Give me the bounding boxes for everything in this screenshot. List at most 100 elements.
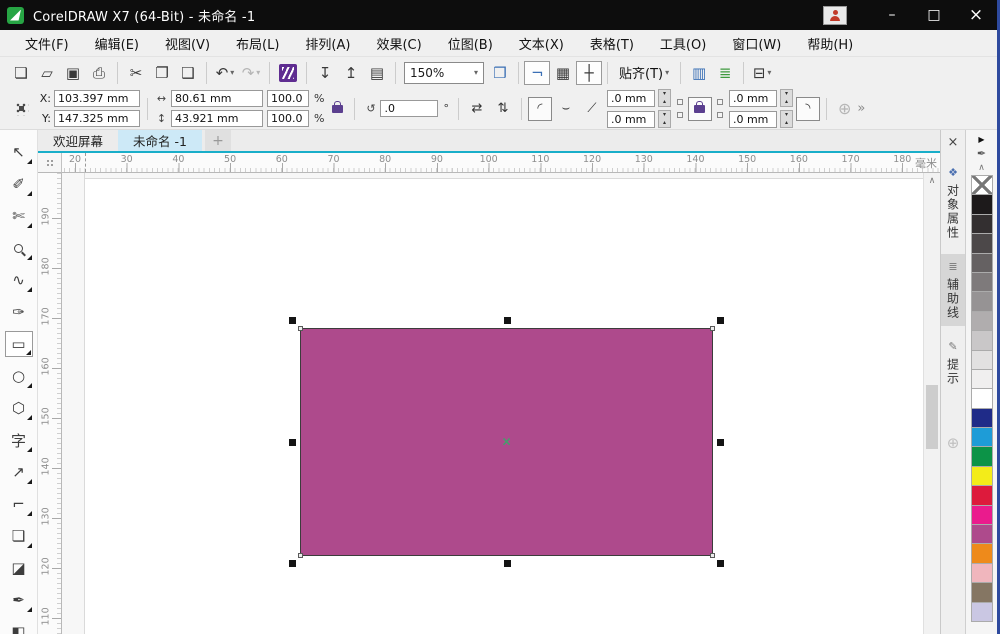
connector-tool[interactable]: ⌐ xyxy=(5,491,33,517)
new-tab-button[interactable]: + xyxy=(205,130,231,151)
corner-node[interactable] xyxy=(298,553,303,558)
spin-down-icon[interactable]: ▾ xyxy=(781,111,792,119)
spin-up-icon[interactable]: ▴ xyxy=(659,119,670,127)
copy-button[interactable]: ❐ xyxy=(149,61,175,85)
selection-handle-middle-right[interactable] xyxy=(717,439,724,446)
swatch-e2e1e1[interactable] xyxy=(971,350,993,370)
menu-help[interactable]: 帮助(H) xyxy=(794,30,866,57)
rectangle-tool[interactable]: ▭ xyxy=(5,331,33,357)
swatch-1f2b88[interactable] xyxy=(971,408,993,428)
overflow-chevron-icon[interactable]: » xyxy=(857,101,863,116)
freehand-tool[interactable]: ∿ xyxy=(5,267,33,293)
new-document-button[interactable]: ❏ xyxy=(8,61,34,85)
shape-tool[interactable]: ✐ xyxy=(5,171,33,197)
application-window-button[interactable]: ⊟▾ xyxy=(749,61,775,85)
selection-handle-middle-left[interactable] xyxy=(289,439,296,446)
swatch-969394[interactable] xyxy=(971,291,993,311)
fullscreen-preview-button[interactable]: ❒ xyxy=(487,61,513,85)
menu-table[interactable]: 表格(T) xyxy=(577,30,647,57)
options-button[interactable]: ▥ xyxy=(686,61,712,85)
x-position-input[interactable] xyxy=(54,90,140,107)
lock-ratio-icon[interactable] xyxy=(332,105,343,113)
close-button[interactable]: × xyxy=(955,0,997,30)
snap-to-button[interactable]: 贴齐(T) ▾ xyxy=(613,63,675,82)
pick-tool[interactable]: ↖ xyxy=(5,139,33,165)
scroll-up-button[interactable]: ∧ xyxy=(924,173,940,189)
scalloped-corner-button[interactable]: ⌣ xyxy=(554,97,578,121)
edit-corners-together-button[interactable] xyxy=(688,97,712,121)
corner-node[interactable] xyxy=(298,326,303,331)
corner-bl-spinner[interactable]: ▾▴ xyxy=(658,110,671,128)
spin-up-icon[interactable]: ▴ xyxy=(781,98,792,106)
export-button[interactable]: ↥ xyxy=(338,61,364,85)
menu-text[interactable]: 文本(X) xyxy=(506,30,577,57)
print-button[interactable]: ⎙ xyxy=(86,61,112,85)
rotation-angle-input[interactable] xyxy=(380,100,438,117)
cut-button[interactable]: ✂ xyxy=(123,61,149,85)
show-grid-button[interactable]: ▦ xyxy=(550,61,576,85)
eyedropper-tool[interactable]: ✒ xyxy=(5,587,33,613)
menu-layout[interactable]: 布局(L) xyxy=(223,30,292,57)
scale-x-input[interactable] xyxy=(267,90,309,107)
swatch-656162[interactable] xyxy=(971,253,993,273)
open-button[interactable]: ▱ xyxy=(34,61,60,85)
swatch-ea1b8d[interactable] xyxy=(971,505,993,525)
palette-eyedropper-icon[interactable]: ✒ xyxy=(977,147,986,160)
swatch-cac7e3[interactable] xyxy=(971,602,993,622)
selection-handle-bottom-right[interactable] xyxy=(717,560,724,567)
swatch-ffffff[interactable] xyxy=(971,388,993,408)
swatch-f0efef[interactable] xyxy=(971,369,993,389)
publish-pdf-button[interactable]: ▤ xyxy=(364,61,390,85)
docker-tab-hints[interactable]: ✎提示 xyxy=(941,334,965,392)
swatch-no-color[interactable] xyxy=(971,175,993,195)
swatch-f3ec19[interactable] xyxy=(971,466,993,486)
vertical-scrollbar[interactable]: ∧ xyxy=(923,173,940,634)
dimension-tool[interactable]: ↗ xyxy=(5,459,33,485)
corner-radius-tr-input[interactable] xyxy=(729,90,777,107)
tab-untitled-document[interactable]: 未命名 -1 xyxy=(118,130,202,151)
corner-node[interactable] xyxy=(710,326,715,331)
paste-button[interactable]: ❑ xyxy=(175,61,201,85)
account-button[interactable] xyxy=(823,6,847,25)
swatch-c9c7c8[interactable] xyxy=(971,330,993,350)
show-rulers-button[interactable]: ⌐ xyxy=(524,61,550,85)
swatch-0c9347[interactable] xyxy=(971,446,993,466)
swatch-332f30[interactable] xyxy=(971,214,993,234)
drawing-canvas[interactable]: × xyxy=(62,173,923,634)
minimize-button[interactable]: – xyxy=(871,0,913,30)
smart-fill-tool[interactable]: ◧ xyxy=(5,619,33,634)
menu-effects[interactable]: 效果(C) xyxy=(363,30,434,57)
corner-node[interactable] xyxy=(710,553,715,558)
link-corners-checkbox[interactable] xyxy=(717,112,723,118)
application-launcher-button[interactable] xyxy=(275,61,301,85)
menu-view[interactable]: 视图(V) xyxy=(152,30,223,57)
docker-tab-object-properties[interactable]: ❖对象属性 xyxy=(941,160,965,246)
y-position-input[interactable] xyxy=(54,110,140,127)
menu-edit[interactable]: 编辑(E) xyxy=(82,30,152,57)
corner-radius-br-input[interactable] xyxy=(729,111,777,128)
palette-scroll-up-icon[interactable]: ∧ xyxy=(978,163,985,173)
spin-down-icon[interactable]: ▾ xyxy=(781,90,792,98)
spin-up-icon[interactable]: ▴ xyxy=(781,119,792,127)
corner-br-spinner[interactable]: ▾▴ xyxy=(780,110,793,128)
import-button[interactable]: ↧ xyxy=(312,61,338,85)
ellipse-tool[interactable]: ○ xyxy=(5,363,33,389)
corner-radius-bl-input[interactable] xyxy=(607,111,655,128)
menu-bitmaps[interactable]: 位图(B) xyxy=(435,30,506,57)
redo-button[interactable]: ↷▾ xyxy=(238,61,264,85)
artistic-media-tool[interactable]: ✑ xyxy=(5,299,33,325)
add-docker-button[interactable]: ⊕ xyxy=(947,434,960,452)
selected-rectangle[interactable]: × xyxy=(300,328,713,556)
vertical-ruler[interactable]: 190180170160150140130120110 xyxy=(38,173,62,634)
link-corners-checkbox[interactable] xyxy=(677,99,683,105)
zoom-level-select[interactable]: 150% ▾ xyxy=(404,62,484,84)
redo-dropdown-icon[interactable]: ▾ xyxy=(256,68,260,77)
selection-handle-top-middle[interactable] xyxy=(504,317,511,324)
text-tool[interactable]: 字 xyxy=(5,427,33,453)
undo-button[interactable]: ↶▾ xyxy=(212,61,238,85)
ruler-origin-button[interactable] xyxy=(38,153,62,173)
menu-window[interactable]: 窗口(W) xyxy=(719,30,794,57)
menu-file[interactable]: 文件(F) xyxy=(12,30,82,57)
relative-corner-scaling-button[interactable]: ◝ xyxy=(796,97,820,121)
transparency-tool[interactable]: ◪ xyxy=(5,555,33,581)
